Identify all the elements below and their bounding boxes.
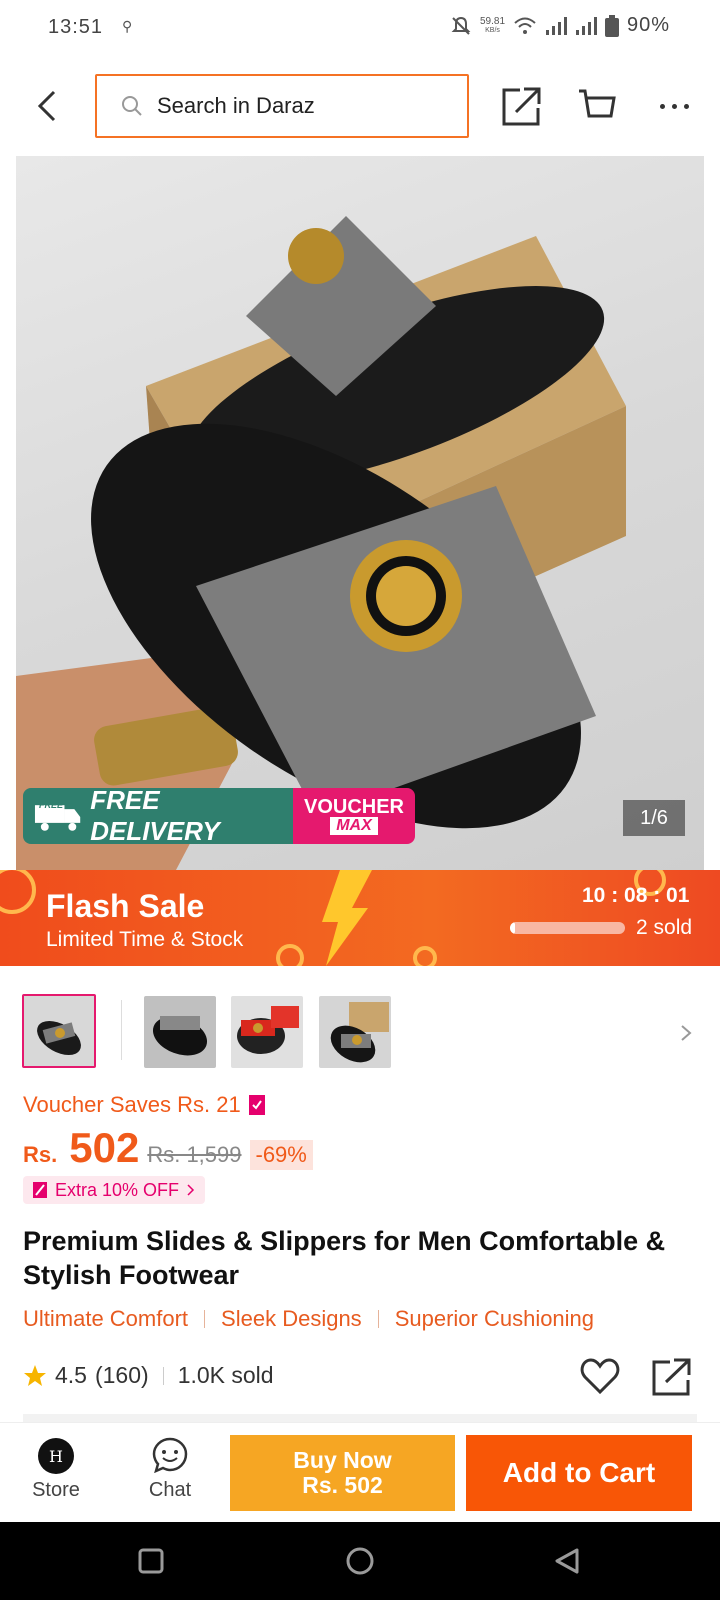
feature-tag-1: Ultimate Comfort — [23, 1306, 189, 1331]
thumbnail-image — [231, 996, 303, 1068]
rating-row[interactable]: 4.5 (160) 1.0K sold — [23, 1362, 274, 1389]
voucher-saves-text: Voucher Saves Rs. 21 — [23, 1092, 241, 1117]
heart-icon[interactable] — [580, 1358, 620, 1394]
voucher-saves-row[interactable]: Voucher Saves Rs. 21 — [23, 1092, 265, 1118]
status-time: 13:51 — [48, 16, 104, 38]
chat-icon — [152, 1437, 188, 1473]
search-input[interactable]: Search in Daraz — [95, 74, 469, 138]
tag-divider — [377, 1310, 379, 1328]
search-placeholder: Search in Daraz — [157, 93, 315, 118]
wifi-icon — [514, 17, 536, 34]
status-bar: 13:51 ⚲ 59.81 KB/s 90% — [0, 0, 720, 56]
chevron-right-small-icon — [187, 1184, 195, 1196]
tag-divider — [204, 1310, 206, 1328]
product-photo — [16, 216, 626, 870]
battery-icon — [605, 14, 620, 37]
net-speed-value: 59.81 — [480, 15, 506, 27]
status-icons: 59.81 KB/s 90% — [450, 14, 670, 37]
cart-icon[interactable] — [577, 88, 617, 124]
flash-sale-banner[interactable]: Flash Sale Limited Time & Stock 10 : 08 … — [0, 870, 720, 966]
original-price: Rs. 1,599 — [147, 1142, 242, 1167]
thumbnail-divider — [121, 1000, 122, 1060]
chat-button[interactable]: Chat — [134, 1437, 206, 1502]
more-options-icon[interactable] — [660, 104, 689, 109]
share-product-icon[interactable] — [652, 1358, 692, 1396]
feature-tag-2: Sleek Designs — [221, 1306, 362, 1331]
svg-text:H: H — [49, 1447, 63, 1466]
free-small-label: FREE — [39, 800, 64, 810]
discount-badge: -69% — [249, 1140, 313, 1170]
flash-sale-title: Flash Sale — [46, 888, 205, 924]
add-to-cart-label: Add to Cart — [502, 1457, 656, 1488]
price-currency: Rs. — [23, 1142, 58, 1167]
signal-icon-2 — [576, 16, 598, 35]
usb-icon: ⚲ — [122, 18, 133, 34]
voucher-icon — [248, 1095, 265, 1115]
extra-off-text: Extra 10% OFF — [55, 1179, 180, 1200]
add-to-cart-button[interactable]: Add to Cart — [466, 1435, 692, 1511]
thumbnail-3[interactable] — [231, 996, 303, 1068]
bottom-action-bar: H Store Chat Buy Now Rs. 502 Add to Cart — [0, 1422, 720, 1523]
flash-sale-subtitle: Limited Time & Stock — [46, 928, 244, 951]
store-label: Store — [32, 1479, 80, 1501]
thumbnail-image — [144, 996, 216, 1068]
store-logo-icon: H — [38, 1438, 74, 1474]
chevron-right-icon[interactable] — [680, 1024, 692, 1042]
back-nav-icon[interactable] — [553, 1547, 581, 1575]
thumbnail-4[interactable] — [319, 996, 391, 1068]
home-icon[interactable] — [345, 1546, 375, 1576]
thumbnail-2[interactable] — [144, 996, 216, 1068]
signal-icon — [546, 16, 568, 35]
back-arrow-icon[interactable] — [36, 90, 60, 122]
sold-count: 1.0K sold — [177, 1362, 274, 1388]
free-delivery-label: FREE DELIVERY — [90, 785, 220, 846]
rating-divider — [162, 1366, 164, 1385]
chat-label: Chat — [148, 1479, 192, 1501]
voucher-label: VOUCHER — [303, 796, 404, 818]
extra-off-badge[interactable]: Extra 10% OFF — [23, 1176, 206, 1204]
price-value: 502 — [69, 1124, 140, 1171]
price-row: Rs. 502 Rs. 1,599 -69% — [23, 1124, 313, 1172]
section-divider — [23, 1414, 697, 1422]
voucher-max-badge: VOUCHER MAX — [293, 788, 415, 844]
rating-value: 4.5 — [55, 1362, 87, 1388]
mute-bell-icon — [451, 16, 471, 35]
star-icon — [24, 1364, 46, 1386]
thumbnail-image — [319, 996, 391, 1068]
recent-apps-icon[interactable] — [138, 1548, 164, 1574]
system-nav-bar — [0, 1522, 720, 1600]
thumbnail-image — [24, 996, 94, 1066]
buy-now-button[interactable]: Buy Now Rs. 502 — [230, 1435, 455, 1511]
max-label: MAX — [330, 817, 378, 835]
feature-tags: Ultimate Comfort Sleek Designs Superior … — [23, 1306, 594, 1332]
net-speed: 59.81 KB/s — [480, 15, 506, 35]
buy-now-price: Rs. 502 — [302, 1472, 383, 1498]
product-image[interactable]: FREE FREE DELIVERY VOUCHER MAX 1/6 — [16, 156, 704, 870]
flash-sold-count: 2 sold — [636, 916, 693, 939]
review-count: (160) — [94, 1362, 149, 1388]
thumbnail-1[interactable] — [22, 994, 96, 1068]
top-header: Search in Daraz — [0, 56, 720, 156]
net-speed-unit: KB/s — [485, 26, 500, 34]
voucher-small-icon — [33, 1182, 47, 1198]
free-delivery-badge: FREE FREE DELIVERY — [23, 785, 293, 846]
image-counter: 1/6 — [623, 800, 685, 836]
flash-countdown: 10 : 08 : 01 — [582, 884, 690, 907]
store-button[interactable]: H Store — [20, 1437, 92, 1502]
search-icon — [122, 96, 142, 116]
battery-level: 90% — [627, 14, 671, 36]
feature-tag-3: Superior Cushioning — [394, 1306, 595, 1331]
sold-progress-bar — [510, 922, 625, 934]
share-icon[interactable] — [502, 86, 542, 126]
product-title: Premium Slides & Slippers for Men Comfor… — [23, 1226, 666, 1290]
buy-now-label: Buy Now — [293, 1447, 392, 1473]
